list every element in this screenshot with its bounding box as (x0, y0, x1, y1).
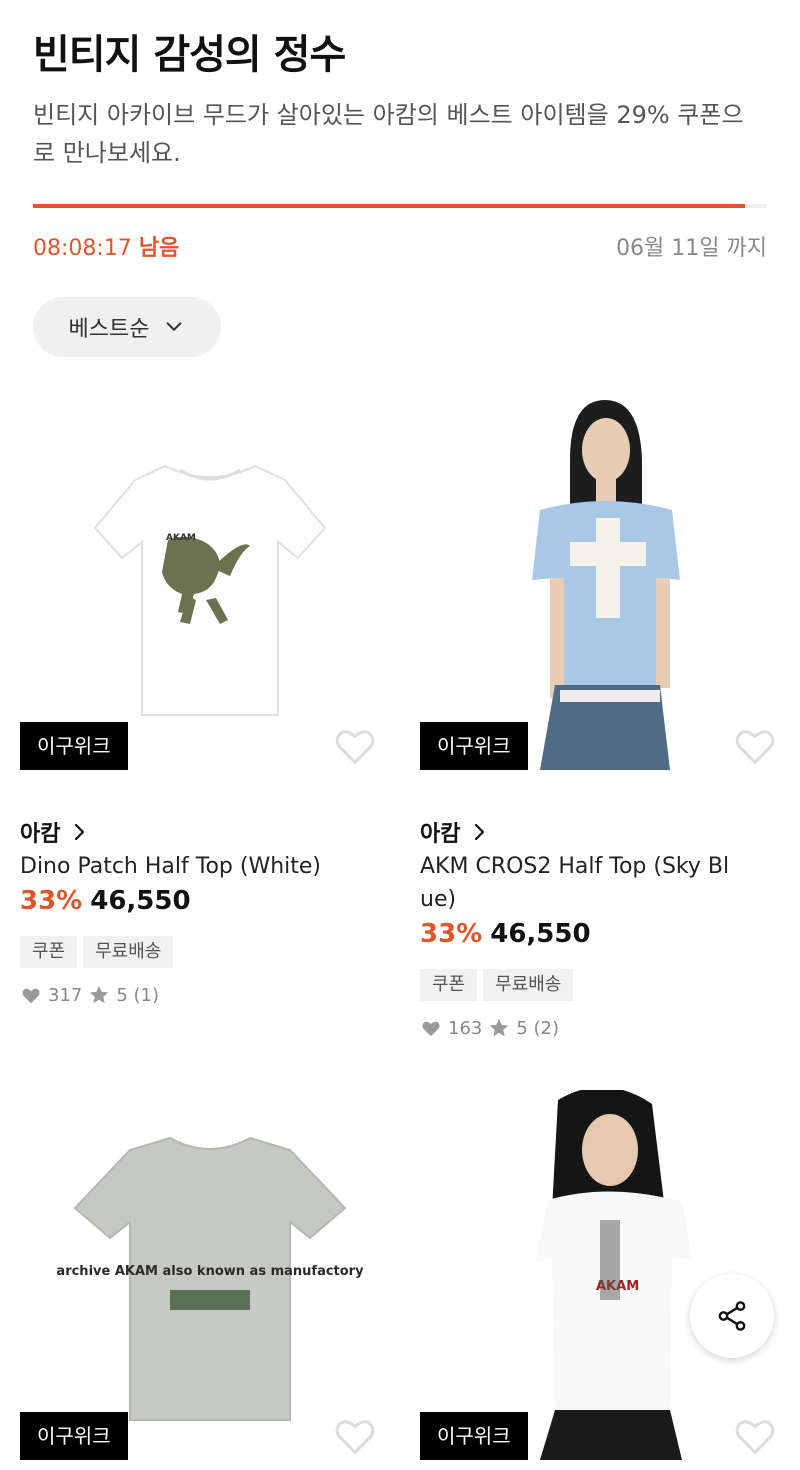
product-stats: 317 5 (1) (20, 984, 159, 1006)
event-badge: 이구위크 (20, 722, 128, 770)
chevron-down-icon (167, 322, 182, 331)
tag-list: 쿠폰 무료배송 (20, 936, 174, 968)
like-count: 317 (48, 984, 83, 1006)
star-icon (90, 985, 109, 1004)
discount-rate: 33% (420, 919, 483, 949)
product-image[interactable]: AKAM (20, 400, 400, 770)
like-count: 163 (448, 1017, 483, 1039)
chevron-right-icon (75, 823, 85, 841)
heart-icon[interactable] (732, 722, 778, 768)
coupon-tag: 쿠폰 (420, 969, 478, 1001)
sort-dropdown-button[interactable]: 베스트순 (33, 297, 221, 357)
share-icon (718, 1301, 746, 1331)
page-subtitle: 빈티지 아카이브 무드가 살아있는 아캄의 베스트 아이템을 29% 쿠폰으로 … (33, 101, 744, 167)
brand-link[interactable]: 아캄 (420, 816, 488, 848)
heart-filled-icon (22, 988, 40, 1004)
product-name[interactable]: Dino Patch Half Top (White) (20, 850, 360, 883)
star-icon (490, 1018, 509, 1037)
heart-icon[interactable] (332, 1412, 378, 1458)
countdown-suffix: 남음 (138, 236, 180, 261)
discount-rate: 33% (20, 886, 83, 916)
rating: 5 (1) (116, 984, 160, 1006)
heart-icon[interactable] (732, 1412, 778, 1458)
countdown-progress-bar (33, 204, 767, 208)
coupon-tag: 쿠폰 (20, 936, 78, 968)
product-image[interactable] (420, 400, 800, 770)
countdown-timer: 08:08:17 남음 (33, 230, 179, 262)
chevron-right-icon (475, 823, 485, 841)
event-badge: 이구위크 (20, 1412, 128, 1460)
event-badge: 이구위크 (420, 722, 528, 770)
tag-list: 쿠폰 무료배송 (420, 969, 574, 1001)
product-print-text: AKAM (166, 533, 196, 543)
price-row: 33% 46,550 (420, 919, 591, 949)
heart-icon[interactable] (332, 722, 378, 768)
rating: 5 (2) (516, 1017, 560, 1039)
event-badge: 이구위크 (420, 1412, 528, 1460)
product-print-text: archive AKAM also known as manufactory (56, 1264, 364, 1279)
page-title: 빈티지 감성의 정수 (33, 32, 346, 78)
deadline-text: 06월 11일 까지 (616, 236, 767, 261)
countdown-time: 08:08:17 (33, 236, 132, 261)
countdown-progress-fill (33, 204, 745, 208)
heart-filled-icon (422, 1021, 440, 1037)
share-button[interactable] (690, 1274, 774, 1358)
product-name[interactable]: AKM CROS2 Half Top (Sky Bl ue) (420, 850, 760, 916)
free-shipping-tag: 무료배송 (83, 936, 174, 968)
brand-name: 아캄 (20, 822, 61, 847)
sale-price: 46,550 (490, 919, 591, 949)
price-row: 33% 46,550 (20, 886, 191, 916)
sale-price: 46,550 (90, 886, 191, 916)
product-stats: 163 5 (2) (420, 1017, 559, 1039)
free-shipping-tag: 무료배송 (483, 969, 574, 1001)
product-image[interactable]: archive AKAM also known as manufactory (20, 1090, 400, 1460)
brand-name: 아캄 (420, 822, 461, 847)
brand-link[interactable]: 아캄 (20, 816, 88, 848)
sort-label: 베스트순 (68, 317, 150, 342)
